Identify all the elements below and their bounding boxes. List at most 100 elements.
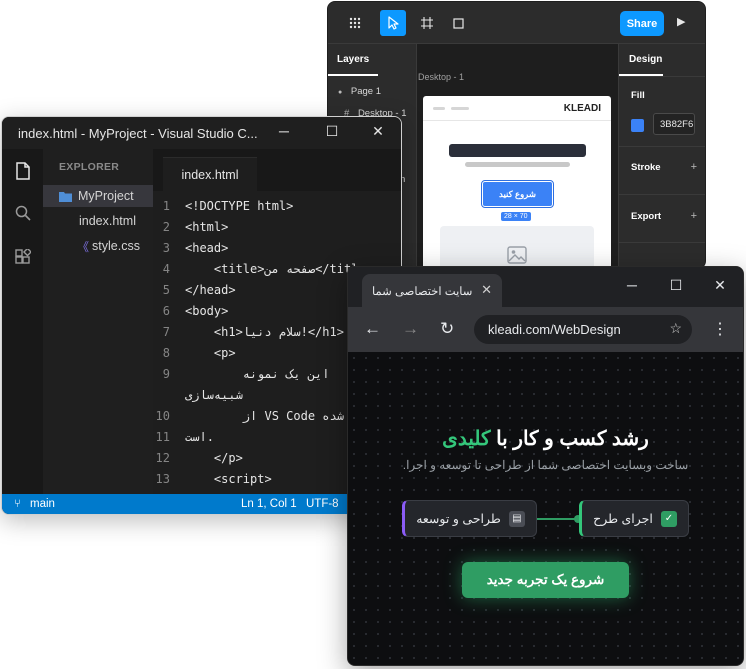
- tab-index-html[interactable]: index.html: [163, 157, 257, 191]
- url-text: kleadi.com/WebDesign: [488, 322, 621, 337]
- forward-arrow-icon[interactable]: →: [402, 319, 419, 339]
- minimize-icon[interactable]: ─: [622, 277, 642, 293]
- files-icon[interactable]: [13, 161, 33, 181]
- line-number: 2: [162, 220, 170, 234]
- menu-kebab-icon[interactable]: ⋮: [712, 319, 728, 339]
- document-icon: ▤: [508, 510, 525, 527]
- rectangle-tool-icon[interactable]: [445, 10, 471, 36]
- branch-icon[interactable]: ⑂: [14, 498, 21, 510]
- frame-name-label[interactable]: Desktop - 1: [418, 72, 464, 82]
- selected-cta-button[interactable]: شروع کنید: [481, 180, 554, 208]
- file-index-html[interactable]: index.html: [43, 210, 153, 232]
- close-icon[interactable]: ✕: [710, 277, 730, 294]
- extensions-icon[interactable]: [13, 247, 33, 267]
- frame-tool-icon[interactable]: [414, 10, 440, 36]
- line-text: شبیه‌سازی: [185, 388, 243, 402]
- browser-tabstrip: سایت اختصاصی شما ✕ ─ ☐ ✕: [348, 267, 743, 307]
- divider: [619, 242, 705, 243]
- code-line[interactable]: 2 <html>: [153, 220, 401, 241]
- line-number: 13: [155, 472, 170, 486]
- add-export-button[interactable]: +: [691, 210, 697, 222]
- line-text: <head>: [185, 241, 229, 255]
- tab-title: سایت اختصاصی شما: [372, 286, 473, 298]
- desktop-frame[interactable]: KLEADI شروع کنید 28 × 70: [423, 96, 611, 268]
- search-icon[interactable]: [13, 203, 33, 223]
- checkmark-icon: ✓: [660, 510, 677, 527]
- layers-tab[interactable]: Layers: [337, 54, 369, 65]
- add-stroke-button[interactable]: +: [691, 161, 697, 173]
- explorer-sidebar: EXPLORER MyProject index.html 《 style.cs…: [43, 149, 153, 494]
- fill-color-swatch[interactable]: [631, 119, 644, 132]
- heading-placeholder[interactable]: [449, 144, 586, 157]
- line-number: 5: [162, 283, 170, 297]
- layer-label: Page 1: [350, 86, 381, 97]
- folder-icon: [59, 191, 72, 202]
- export-section-title: Export: [631, 211, 662, 222]
- line-number: 10: [155, 409, 170, 423]
- divider: [619, 194, 705, 195]
- image-icon: [507, 246, 527, 264]
- branch-name[interactable]: main: [30, 498, 55, 510]
- code-line[interactable]: 3 <head>: [153, 241, 401, 262]
- file-style-css[interactable]: 《 style.css: [43, 235, 153, 257]
- bookmark-star-icon[interactable]: ☆: [669, 320, 682, 337]
- layer-page-1[interactable]: ● Page 1: [338, 86, 381, 97]
- browser-tab[interactable]: سایت اختصاصی شما ✕: [362, 274, 502, 307]
- line-text: </p>: [185, 451, 243, 465]
- maximize-icon[interactable]: ☐: [322, 123, 342, 140]
- cursor-position[interactable]: Ln 1, Col 1: [241, 498, 297, 510]
- step-label: طراحی و توسعه: [416, 512, 501, 526]
- folder-label: MyProject: [78, 189, 134, 203]
- line-text: <title>صفحه من</title>: [185, 262, 373, 276]
- step-label: اجرای طرح: [593, 512, 653, 526]
- start-new-experience-button[interactable]: شروع یک تجربه جدید: [462, 562, 629, 598]
- move-tool-icon[interactable]: [380, 10, 406, 36]
- divider: [619, 76, 705, 77]
- line-text: از VS Code شده: [185, 409, 344, 423]
- line-text: <body>: [185, 304, 229, 318]
- step-card-execution[interactable]: ✓ اجرای طرح: [579, 500, 689, 537]
- image-placeholder[interactable]: [440, 226, 594, 268]
- design-canvas[interactable]: Desktop - 1 KLEADI شروع کنید 28 × 70: [417, 44, 618, 268]
- grid-menu-icon[interactable]: [342, 10, 368, 36]
- page-bullet-icon: ●: [338, 89, 343, 96]
- file-label: style.css: [92, 239, 140, 253]
- reload-icon[interactable]: ↻: [440, 319, 454, 339]
- code-line[interactable]: 1 <!DOCTYPE html>: [153, 199, 401, 220]
- encoding[interactable]: UTF-8: [306, 498, 339, 510]
- line-text: <!DOCTYPE html>: [185, 199, 294, 213]
- line-number: 3: [162, 241, 170, 255]
- hero-title-main: رشد کسب و کار با: [496, 428, 649, 450]
- line-number: 7: [162, 325, 170, 339]
- line-text: این یک نمونه: [185, 367, 330, 381]
- subheading-placeholder[interactable]: [465, 162, 570, 167]
- line-number: 9: [162, 367, 170, 381]
- minimize-icon[interactable]: ─: [274, 123, 294, 139]
- fill-hex-input[interactable]: 3B82F6: [653, 113, 695, 135]
- close-icon[interactable]: ✕: [368, 123, 388, 140]
- line-number: 1: [162, 199, 170, 213]
- step-card-design-development[interactable]: ▤ طراحی و توسعه: [402, 500, 537, 537]
- css-file-icon: 《: [77, 239, 90, 254]
- line-text: <script>: [185, 472, 272, 486]
- share-button[interactable]: Share: [620, 11, 664, 36]
- line-number: 11: [155, 430, 170, 444]
- vscode-titlebar: index.html - MyProject - Visual Studio C…: [2, 117, 401, 149]
- hero-subtitle: ساخت وبسایت اختصاصی شما از طراحی تا توسع…: [402, 458, 689, 472]
- vscode-window: index.html - MyProject - Visual Studio C…: [1, 116, 402, 515]
- tab-close-icon[interactable]: ✕: [481, 282, 492, 298]
- folder-myproject[interactable]: MyProject: [43, 185, 153, 207]
- window-title: index.html - MyProject - Visual Studio C…: [18, 126, 258, 141]
- line-text: است.: [185, 430, 214, 444]
- frame-logo: KLEADI: [563, 103, 601, 114]
- line-text: <p>: [185, 346, 236, 360]
- status-bar: ⑂ main Ln 1, Col 1 UTF-8: [2, 494, 401, 514]
- webpage-content: رشد کسب و کار با کلیدی ساخت وبسایت اختصا…: [348, 352, 743, 665]
- back-arrow-icon[interactable]: ←: [364, 319, 381, 339]
- design-tab[interactable]: Design: [629, 54, 662, 65]
- line-text: <h1>سلام دنیا!</h1>: [185, 325, 344, 339]
- file-label: index.html: [79, 214, 136, 228]
- maximize-icon[interactable]: ☐: [666, 277, 686, 294]
- present-play-icon[interactable]: ▶: [677, 15, 685, 28]
- url-input[interactable]: kleadi.com/WebDesign ☆: [474, 315, 692, 344]
